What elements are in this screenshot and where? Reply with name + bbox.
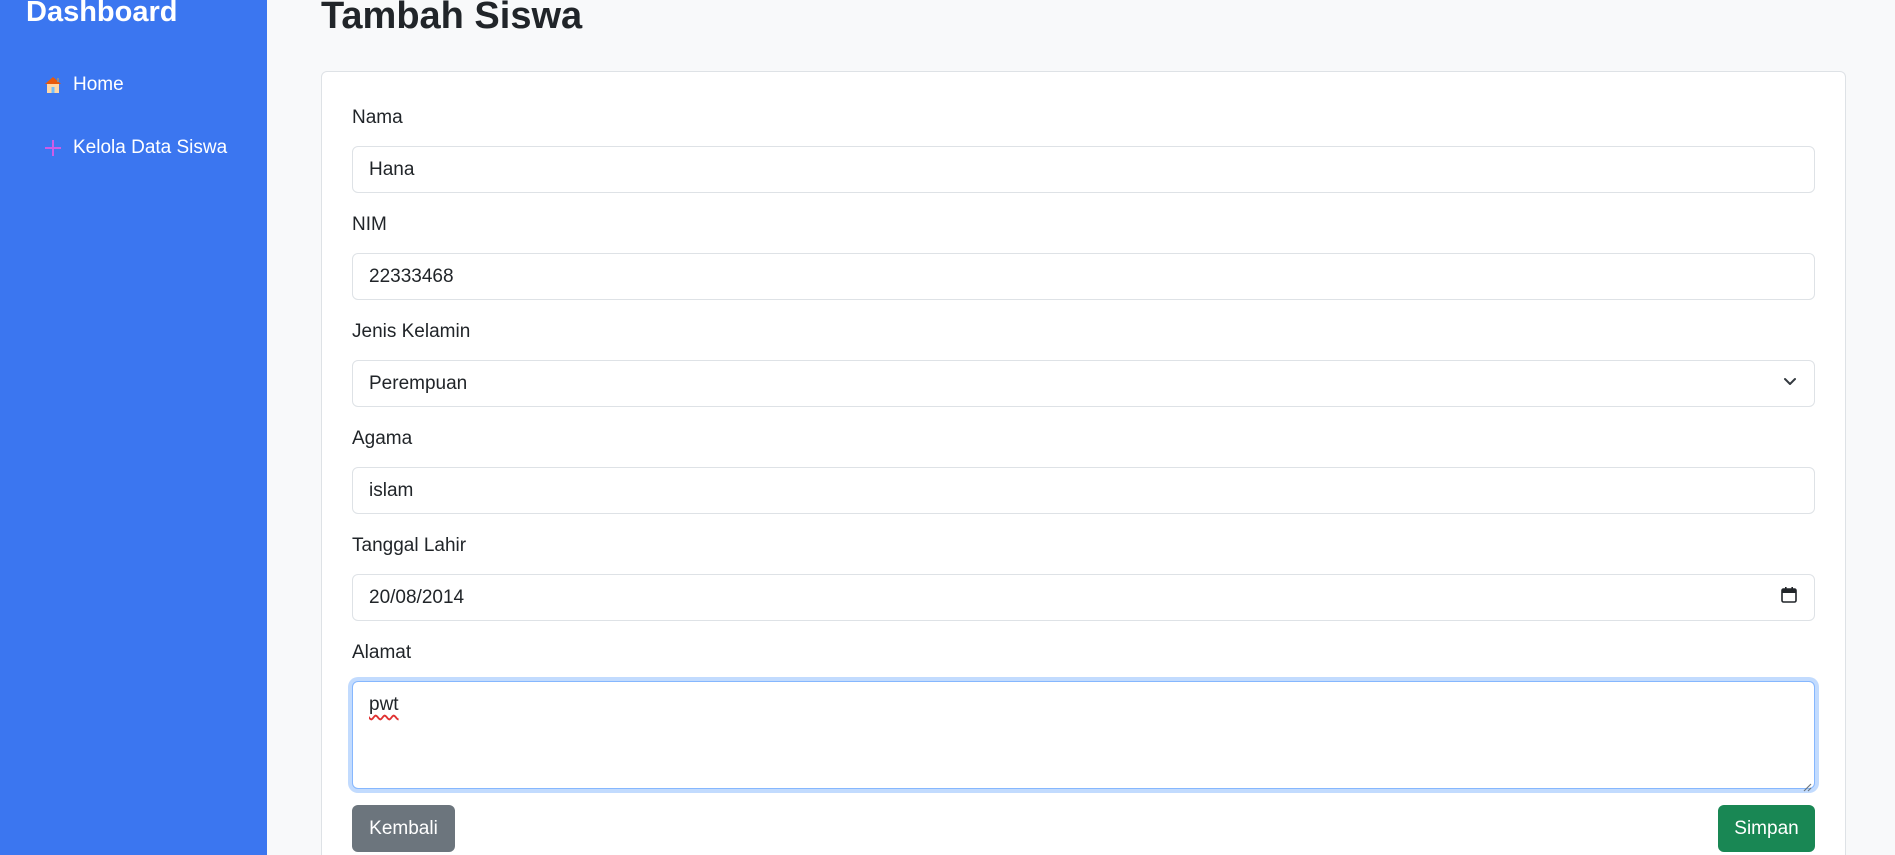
agama-label: Agama (352, 428, 413, 449)
jenis-kelamin-select[interactable]: Perempuan (352, 360, 1815, 407)
field-nim: NIM 22333468 (352, 211, 1815, 300)
sidebar-item-label: Kelola Data Siswa (73, 137, 228, 158)
app-root: Dashboard Home Kelola Data Siswa Tambah … (0, 0, 1895, 855)
form-card: Nama Hana NIM 22333468 Jenis Kelamin Per… (321, 71, 1846, 855)
plus-icon (43, 138, 63, 158)
sidebar-item-label: Home (73, 74, 124, 95)
field-tanggal-lahir: Tanggal Lahir 20/08/2014 (352, 532, 1815, 621)
field-agama: Agama islam (352, 425, 1815, 514)
sidebar-title: Dashboard (26, 0, 178, 28)
resize-handle-icon[interactable] (1802, 776, 1812, 792)
field-nama: Nama Hana (352, 104, 1815, 193)
tanggal-lahir-label: Tanggal Lahir (352, 535, 467, 556)
sidebar: Dashboard Home Kelola Data Siswa (0, 0, 267, 855)
nim-input[interactable]: 22333468 (352, 253, 1815, 300)
nim-value: 22333468 (369, 265, 454, 287)
tanggal-lahir-value: 20/08/2014 (369, 586, 465, 608)
page-title: Tambah Siswa (321, 0, 583, 37)
nim-label: NIM (352, 214, 387, 235)
jenis-kelamin-label: Jenis Kelamin (352, 321, 471, 342)
agama-input[interactable]: islam (352, 467, 1815, 514)
back-button[interactable]: Kembali (352, 805, 455, 852)
chevron-down-icon (1782, 373, 1798, 395)
main-content: Tambah Siswa Nama Hana NIM 22333468 Jeni… (267, 0, 1895, 855)
agama-value: islam (369, 479, 414, 501)
field-jenis-kelamin: Jenis Kelamin Perempuan (352, 318, 1815, 407)
nama-value: Hana (369, 158, 415, 180)
tanggal-lahir-input[interactable]: 20/08/2014 (352, 574, 1815, 621)
save-button[interactable]: Simpan (1718, 805, 1815, 852)
field-alamat: Alamat pwt (352, 639, 1815, 792)
alamat-label: Alamat (352, 642, 412, 663)
sidebar-item-home[interactable]: Home (43, 70, 124, 100)
house-icon (43, 75, 63, 95)
calendar-icon[interactable] (1780, 586, 1798, 610)
nama-input[interactable]: Hana (352, 146, 1815, 193)
nama-label: Nama (352, 107, 403, 128)
sidebar-item-kelola-data-siswa[interactable]: Kelola Data Siswa (43, 133, 227, 163)
jenis-kelamin-value: Perempuan (369, 372, 468, 394)
alamat-textarea[interactable]: pwt (352, 681, 1815, 792)
alamat-value: pwt (369, 694, 399, 715)
